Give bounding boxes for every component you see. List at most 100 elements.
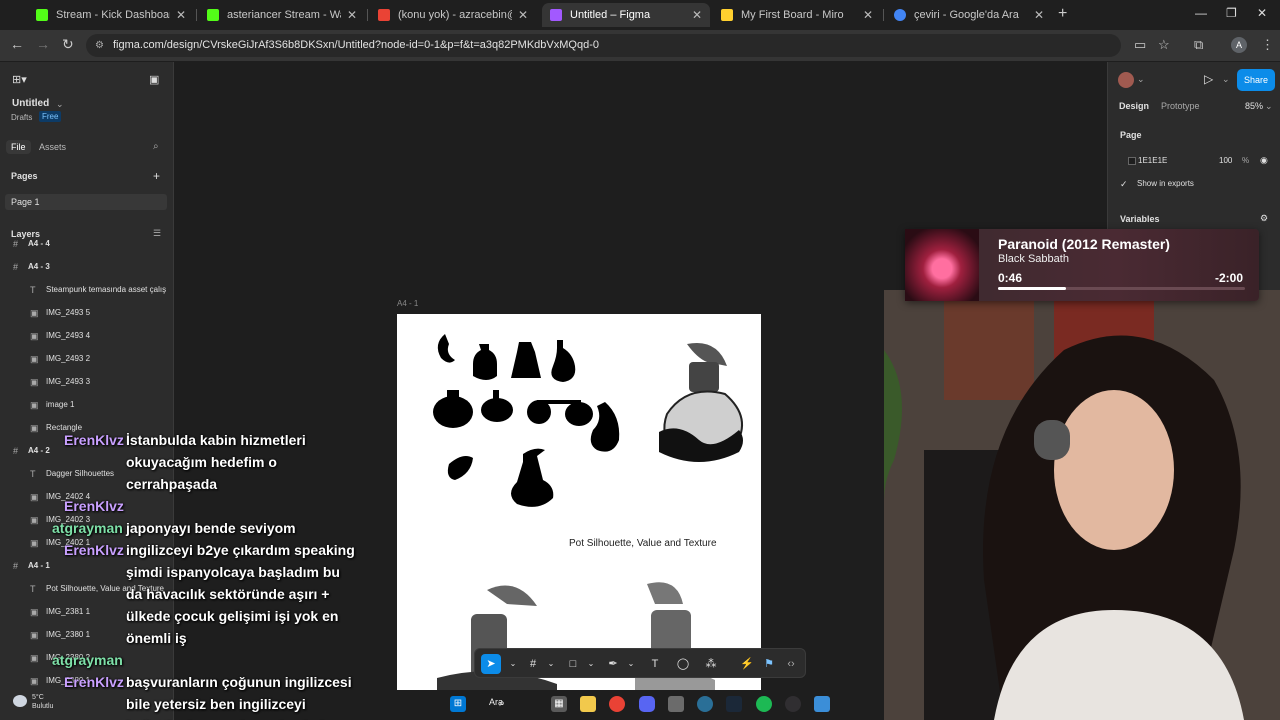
reload-icon[interactable]: ↻ [62, 36, 74, 53]
layer-row[interactable]: ▣ IMG_2493 3 [0, 371, 173, 394]
shape-tool-icon[interactable]: □ [563, 654, 583, 674]
site-info-icon[interactable]: ⚙ [95, 34, 104, 57]
chevron-down-icon[interactable]: ⌄ [503, 654, 523, 674]
layer-row[interactable]: ▣ image 1 [0, 394, 173, 417]
tab-kick-stream[interactable]: asteriancer Stream - Watch Live on ✕ [199, 3, 365, 27]
tab-figma[interactable]: Untitled – Figma ✕ [542, 3, 710, 27]
tab-gmail[interactable]: (konu yok) - azracebin@gmail.com ✕ [370, 3, 536, 27]
cast-icon[interactable]: ▭ [1134, 37, 1146, 53]
tab-kick-dashboard[interactable]: Stream - Kick Dashboard ✕ [28, 3, 194, 27]
page-label: Page 1 [11, 197, 40, 207]
spotify-icon[interactable] [756, 696, 772, 712]
chevron-down-icon[interactable]: ⌄ [1265, 101, 1273, 112]
tab-divider [196, 9, 197, 21]
chevron-down-icon[interactable]: ⌄ [1222, 74, 1230, 85]
code-tool-icon[interactable]: ‹› [781, 654, 801, 674]
close-icon[interactable]: ✕ [347, 8, 357, 22]
page-color-swatch[interactable] [1128, 157, 1136, 165]
figma-menu-icon[interactable]: ⊞▾ [12, 73, 27, 86]
extensions-icon[interactable]: ⧉ [1194, 37, 1203, 53]
page-color-value[interactable]: 1E1E1E [1138, 156, 1167, 165]
layer-label: IMG_2493 3 [46, 377, 91, 386]
url-field[interactable]: ⚙ figma.com/design/CVrskeGiJrAf3S6b8DKSx… [86, 34, 1121, 57]
frame-label[interactable]: A4 - 1 [397, 299, 418, 308]
layer-row[interactable]: T Steampunk temasında asset çalış [0, 279, 173, 302]
present-play-icon[interactable]: ▷ [1204, 72, 1213, 86]
file-name[interactable]: Untitled [12, 98, 49, 109]
file-explorer-icon[interactable] [580, 696, 596, 712]
profile-avatar[interactable]: A [1231, 37, 1247, 53]
toggle-sidebar-icon[interactable]: ▣ [149, 73, 159, 86]
user-avatar[interactable] [1118, 72, 1134, 88]
back-icon[interactable]: ← [10, 36, 24, 52]
chevron-down-icon[interactable]: ⌄ [1137, 74, 1145, 85]
dev-mode-icon[interactable]: ⚑ [759, 654, 779, 674]
chevron-down-icon[interactable]: ⌄ [581, 654, 601, 674]
layer-row[interactable]: # A4 - 3 [0, 256, 173, 279]
close-icon[interactable]: ✕ [692, 8, 702, 22]
tab-design[interactable]: Design [1119, 101, 1149, 111]
app-icon[interactable] [814, 696, 830, 712]
layer-row[interactable]: ▣ IMG_2493 2 [0, 348, 173, 371]
windows-start-icon[interactable]: ⊞ [450, 696, 466, 712]
close-icon[interactable]: ✕ [863, 8, 873, 22]
vpn-icon[interactable] [697, 696, 713, 712]
close-icon[interactable]: ✕ [1034, 8, 1044, 22]
chevron-down-icon[interactable]: ⌄ [541, 654, 561, 674]
visibility-eye-icon[interactable]: ◉ [1260, 155, 1268, 166]
camera-icon[interactable] [668, 696, 684, 712]
bookmark-star-icon[interactable]: ☆ [1158, 37, 1170, 53]
add-page-icon[interactable]: + [153, 169, 160, 183]
tab-title: Untitled – Figma [570, 9, 651, 21]
tab-prototype[interactable]: Prototype [1161, 101, 1200, 111]
chat-username: ErenKlvz [64, 498, 124, 514]
checkmark-icon[interactable]: ✓ [1120, 179, 1130, 189]
close-icon[interactable]: ✕ [518, 8, 528, 22]
text-tool-icon[interactable]: T [645, 654, 665, 674]
layer-row[interactable]: ▣ IMG_2493 5 [0, 302, 173, 325]
close-icon[interactable]: ✕ [176, 8, 186, 22]
comment-tool-icon[interactable]: ◯ [673, 654, 693, 674]
restore-icon[interactable]: ❐ [1226, 6, 1237, 20]
layers-heading: Layers [11, 229, 41, 239]
frame-icon: # [13, 262, 19, 272]
pen-tool-icon[interactable]: ✒ [603, 654, 623, 674]
chevron-down-icon[interactable]: ⌄ [56, 99, 64, 110]
file-location[interactable]: Drafts [11, 113, 32, 122]
zoom-level[interactable]: 85% [1245, 101, 1263, 111]
minimize-icon[interactable]: — [1195, 6, 1207, 20]
share-button[interactable]: Share [1237, 69, 1275, 91]
frame-a4-1[interactable]: Pot Silhouette, Value and Texture [397, 314, 761, 690]
layers-options-icon[interactable]: ☰ [153, 228, 161, 239]
new-tab-icon[interactable]: + [1058, 5, 1067, 23]
tab-google[interactable]: çeviri - Google'da Ara ✕ [886, 3, 1052, 27]
move-tool-icon[interactable]: ➤ [481, 654, 501, 674]
tab-miro[interactable]: My First Board - Miro ✕ [713, 3, 881, 27]
chevron-down-icon[interactable]: ⌄ [621, 654, 641, 674]
weather-widget[interactable]: 5°C Bulutlu [32, 693, 53, 711]
ai-tool-icon[interactable]: ⚡ [737, 654, 757, 674]
show-in-exports-label[interactable]: Show in exports [1137, 179, 1194, 188]
layer-row[interactable]: ▣ IMG_2493 4 [0, 325, 173, 348]
tab-file[interactable]: File [6, 140, 31, 154]
chat-username: ErenKlvz [64, 542, 124, 558]
obs-icon[interactable] [785, 696, 801, 712]
more-menu-icon[interactable]: ⋮ [1261, 37, 1274, 53]
frame-tool-icon[interactable]: # [523, 654, 543, 674]
close-window-icon[interactable]: ✕ [1257, 6, 1267, 20]
search-icon[interactable]: ⌕ [153, 141, 159, 152]
page-opacity-value[interactable]: 100 [1219, 156, 1232, 165]
discord-icon[interactable] [639, 696, 655, 712]
task-view-icon[interactable]: ▦ [551, 696, 567, 712]
page-row-selected[interactable]: Page 1 [5, 194, 167, 210]
chrome-icon[interactable] [609, 696, 625, 712]
variables-settings-icon[interactable]: ⚙ [1260, 213, 1268, 224]
steam-icon[interactable] [726, 696, 742, 712]
kick-icon [207, 9, 219, 21]
kick-icon [36, 9, 48, 21]
figma-icon [550, 9, 562, 21]
tab-assets[interactable]: Assets [39, 142, 66, 152]
actions-tool-icon[interactable]: ⁂ [701, 654, 721, 674]
layer-row[interactable]: # A4 - 4 [0, 240, 173, 256]
forward-icon[interactable]: → [36, 36, 50, 52]
